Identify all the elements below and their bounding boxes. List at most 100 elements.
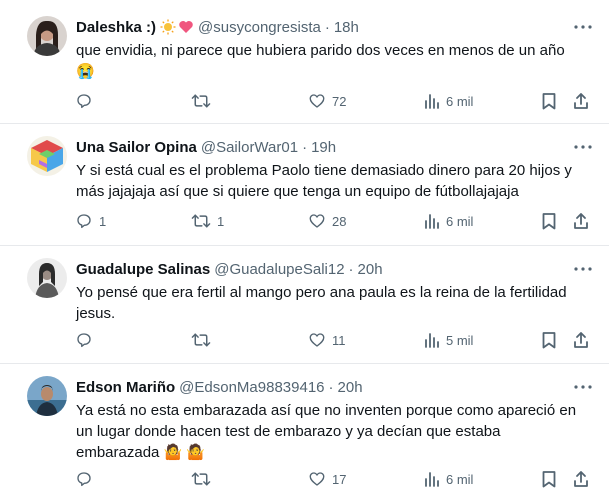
reply-button[interactable]: 1 [75, 210, 106, 232]
retweet-icon [191, 94, 211, 108]
tweet-text: que envidia, ni parece que hubiera parid… [76, 40, 596, 82]
retweet-button[interactable] [191, 90, 217, 112]
tweet-text: Ya está no esta embarazada así que no in… [76, 400, 596, 463]
heart-emoji-icon [178, 19, 194, 35]
tweet-text-line: Ya está no esta embarazada así que no in… [76, 402, 577, 419]
share-button[interactable] [572, 210, 590, 232]
views-count: 6 mil [446, 471, 474, 487]
views-count: 6 mil [446, 213, 474, 229]
user-handle[interactable]: @GuadalupeSali12 [214, 261, 344, 278]
bookmark-icon [542, 471, 556, 488]
reply-button[interactable] [75, 329, 99, 351]
like-count: 72 [332, 93, 347, 109]
tweet[interactable]: Edson Mariño @EdsonMa98839416 · 20h Ya e… [0, 364, 609, 502]
like-button[interactable]: 11 [308, 329, 346, 351]
tweet-text-line: que envidia, ni parece que hubiera parid… [76, 42, 565, 59]
user-handle[interactable]: @SailorWar01 [201, 139, 298, 156]
like-count: 28 [332, 213, 347, 229]
bookmark-button[interactable] [541, 468, 557, 490]
views-button[interactable]: 6 mil [424, 90, 473, 112]
user-handle[interactable]: @susycongresista [198, 19, 321, 36]
retweet-button[interactable]: 1 [191, 210, 224, 232]
bookmark-icon [542, 213, 556, 230]
display-name[interactable]: Una Sailor Opina [76, 139, 197, 156]
separator-dot: · [302, 138, 308, 156]
tweet-text: Y si está cual es el problema Paolo tien… [76, 160, 596, 202]
user-handle[interactable]: @EdsonMa98839416 [179, 379, 324, 396]
avatar[interactable] [27, 376, 67, 416]
heart-icon [309, 94, 325, 108]
avatar[interactable] [27, 16, 67, 56]
reply-icon [77, 472, 91, 487]
more-icon[interactable] [573, 259, 593, 279]
views-button[interactable]: 6 mil [424, 468, 473, 490]
tweet-text: Yo pensé que era fertil al mango pero an… [76, 282, 596, 324]
tweet-header: Guadalupe Salinas @GuadalupeSali12 · 20h [76, 259, 383, 279]
tweet-header: Daleshka :) @susycongresista · 18h [76, 17, 359, 37]
more-icon[interactable] [573, 137, 593, 157]
display-name[interactable]: Daleshka :) [76, 19, 156, 36]
heart-icon [309, 333, 325, 347]
separator-dot: · [328, 378, 334, 396]
views-button[interactable]: 5 mil [424, 329, 473, 351]
retweet-icon [191, 214, 211, 228]
tweet-text-line: más jajajaja así que si quiere que tenga… [76, 183, 519, 200]
tweet-actions: 1 1 28 6 mil [0, 210, 609, 232]
views-button[interactable]: 6 mil [424, 210, 473, 232]
more-icon[interactable] [573, 377, 593, 397]
share-icon [574, 93, 588, 109]
sun-emoji-icon [160, 19, 176, 35]
share-icon [574, 213, 588, 229]
like-count: 17 [332, 471, 347, 487]
share-button[interactable] [572, 468, 590, 490]
timestamp[interactable]: 19h [311, 139, 336, 156]
tweet-actions: 17 6 mil [0, 468, 609, 490]
retweet-icon [191, 333, 211, 347]
like-count: 11 [332, 332, 346, 348]
display-name[interactable]: Guadalupe Salinas [76, 261, 210, 278]
share-icon [574, 332, 588, 348]
reply-icon [77, 333, 91, 348]
like-button[interactable]: 28 [308, 210, 346, 232]
tweet-header: Una Sailor Opina @SailorWar01 · 19h [76, 137, 336, 157]
heart-icon [309, 472, 325, 486]
views-icon [425, 94, 439, 109]
share-button[interactable] [572, 329, 590, 351]
views-icon [425, 333, 439, 348]
separator-dot: · [324, 18, 330, 36]
views-icon [425, 214, 439, 229]
timestamp[interactable]: 20h [338, 379, 363, 396]
tweet-actions: 72 6 mil [0, 90, 609, 112]
tweet-text-line: jesus. [76, 305, 116, 322]
timestamp[interactable]: 20h [358, 261, 383, 278]
avatar[interactable] [27, 258, 67, 298]
avatar[interactable] [27, 136, 67, 176]
tweet[interactable]: Guadalupe Salinas @GuadalupeSali12 · 20h… [0, 246, 609, 364]
retweet-button[interactable] [191, 468, 217, 490]
reply-button[interactable] [75, 468, 99, 490]
views-count: 6 mil [446, 93, 474, 109]
like-button[interactable]: 17 [308, 468, 346, 490]
bookmark-button[interactable] [541, 329, 557, 351]
tweet-text-line: Y si está cual es el problema Paolo tien… [76, 162, 572, 179]
bookmark-button[interactable] [541, 210, 557, 232]
like-button[interactable]: 72 [308, 90, 346, 112]
timestamp[interactable]: 18h [334, 19, 359, 36]
bookmark-button[interactable] [541, 90, 557, 112]
tweet[interactable]: Una Sailor Opina @SailorWar01 · 19h Y si… [0, 124, 609, 246]
views-count: 5 mil [446, 332, 474, 348]
reply-feed: Daleshka :) @susycongresista · 18h que e… [0, 0, 609, 502]
tweet-text-line: 😭 [76, 63, 95, 80]
separator-dot: · [348, 260, 354, 278]
reply-button[interactable] [75, 90, 99, 112]
retweet-count: 1 [217, 213, 225, 229]
share-button[interactable] [572, 90, 590, 112]
retweet-button[interactable] [191, 329, 217, 351]
more-icon[interactable] [573, 17, 593, 37]
heart-icon [309, 214, 325, 228]
reply-count: 1 [99, 213, 107, 229]
views-icon [425, 472, 439, 487]
display-name[interactable]: Edson Mariño [76, 379, 175, 396]
tweet-text-line: Yo pensé que era fertil al mango pero an… [76, 284, 567, 301]
tweet[interactable]: Daleshka :) @susycongresista · 18h que e… [0, 0, 609, 124]
